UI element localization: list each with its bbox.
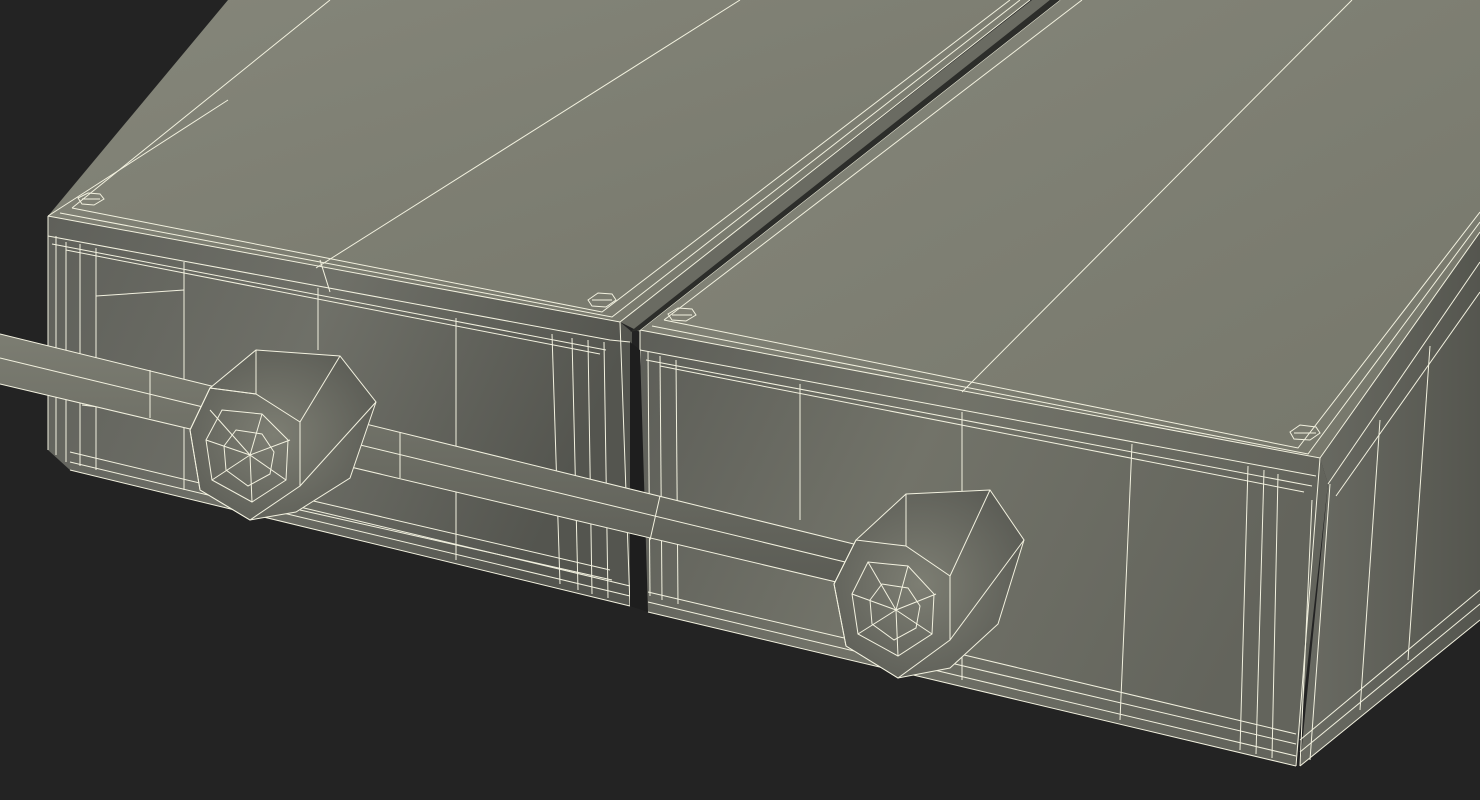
- wireframe-render: [0, 0, 1480, 767]
- render-viewport: [0, 0, 1480, 800]
